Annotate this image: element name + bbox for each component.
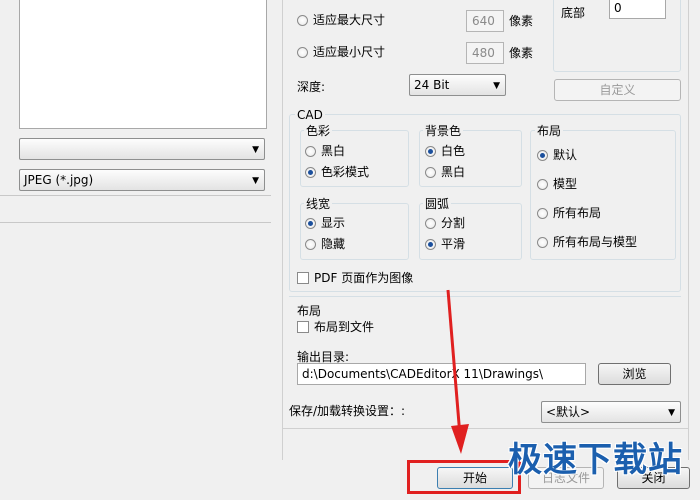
layout-section-divider: [289, 296, 681, 297]
color-option-bw-label: 黑白: [321, 144, 346, 158]
cad-layout-group-title: 布局: [535, 124, 564, 138]
radio-indicator: [305, 217, 316, 229]
radio-indicator: [537, 149, 548, 161]
save-settings-select-value: <默认>: [546, 405, 591, 419]
background-option-white-label: 白色: [441, 144, 466, 158]
fit-max-label: 适应最大尺寸: [313, 13, 386, 27]
left-panel-divider: [0, 195, 271, 196]
radio-indicator: [537, 236, 548, 248]
radio-indicator: [297, 14, 308, 26]
save-settings-select[interactable]: <默认> ▼: [541, 401, 681, 423]
radio-indicator: [305, 145, 316, 157]
arc-option-split-label: 分割: [441, 216, 466, 230]
layout-option-model[interactable]: 模型: [537, 177, 577, 191]
main-panel-frame: [282, 0, 283, 460]
format-select[interactable]: JPEG (*.jpg) ▼: [19, 169, 265, 191]
fit-max-radio[interactable]: 适应最大尺寸: [297, 13, 385, 27]
browse-button[interactable]: 浏览: [598, 363, 671, 385]
left-panel-divider-2: [0, 222, 271, 223]
linewidth-option-hide-label: 隐藏: [321, 237, 346, 251]
fit-min-unit: 像素: [509, 46, 534, 60]
radio-indicator: [537, 178, 548, 190]
start-highlight-box: [407, 460, 521, 494]
empty-combobox[interactable]: ▼: [19, 138, 265, 160]
layout-option-all[interactable]: 所有布局: [537, 206, 601, 220]
pdf-as-image-checkbox[interactable]: PDF 页面作为图像: [297, 271, 413, 285]
depth-select[interactable]: 24 Bit ▼: [409, 74, 506, 96]
color-option-bw[interactable]: 黑白: [305, 144, 345, 158]
linewidth-option-hide[interactable]: 隐藏: [305, 237, 345, 251]
background-option-bw[interactable]: 黑白: [425, 165, 465, 179]
linewidth-option-show[interactable]: 显示: [305, 216, 345, 230]
radio-indicator: [425, 238, 436, 250]
bottom-margin-label: 底部: [561, 6, 586, 20]
layout-section-title: 布局: [297, 304, 322, 318]
fit-max-input[interactable]: 640: [466, 10, 504, 32]
radio-indicator: [425, 166, 436, 178]
background-group-title: 背景色: [423, 124, 464, 138]
layout-option-all-model[interactable]: 所有布局与模型: [537, 235, 637, 249]
custom-button[interactable]: 自定义: [554, 79, 681, 101]
color-option-color-label: 色彩模式: [321, 165, 370, 179]
chevron-down-icon: ▼: [252, 176, 259, 186]
main-panel-frame-right: [688, 0, 689, 460]
fit-min-label: 适应最小尺寸: [313, 45, 386, 59]
layout-to-file-label: 布局到文件: [314, 320, 375, 334]
radio-indicator: [305, 238, 316, 250]
depth-label: 深度:: [297, 80, 326, 94]
checkbox-indicator: [297, 321, 309, 333]
radio-indicator: [425, 217, 436, 229]
pdf-as-image-label: PDF 页面作为图像: [314, 271, 414, 285]
layout-option-model-label: 模型: [553, 177, 578, 191]
fit-min-radio[interactable]: 适应最小尺寸: [297, 45, 385, 59]
arc-option-split[interactable]: 分割: [425, 216, 465, 230]
background-option-white[interactable]: 白色: [425, 144, 465, 158]
layout-option-default-label: 默认: [553, 148, 578, 162]
cad-group-title: CAD: [295, 108, 325, 122]
background-option-bw-label: 黑白: [441, 165, 466, 179]
bottom-margin-input[interactable]: 0: [609, 0, 666, 19]
depth-select-value: 24 Bit: [414, 78, 450, 92]
checkbox-indicator: [297, 272, 309, 284]
annotation-arrow-icon: [446, 289, 469, 454]
layout-option-default[interactable]: 默认: [537, 148, 577, 162]
layout-option-all-label: 所有布局: [553, 206, 602, 220]
chevron-down-icon: ▼: [668, 408, 675, 418]
linewidth-option-show-label: 显示: [321, 216, 346, 230]
arc-option-smooth-label: 平滑: [441, 237, 466, 251]
fit-min-input[interactable]: 480: [466, 42, 504, 64]
linewidth-group-title: 线宽: [304, 197, 333, 211]
radio-indicator: [297, 46, 308, 58]
chevron-down-icon: ▼: [252, 145, 259, 155]
footer-divider: [282, 428, 689, 429]
radio-indicator: [305, 166, 316, 178]
format-select-value: JPEG (*.jpg): [24, 173, 94, 187]
arc-group-title: 圆弧: [423, 197, 452, 211]
linewidth-group: [300, 203, 409, 260]
chevron-down-icon: ▼: [493, 81, 500, 91]
radio-indicator: [425, 145, 436, 157]
watermark-logo: 极速下载站: [508, 440, 683, 480]
fit-max-unit: 像素: [509, 14, 534, 28]
arc-option-smooth[interactable]: 平滑: [425, 237, 465, 251]
layout-option-all-model-label: 所有布局与模型: [553, 235, 638, 249]
save-settings-label: 保存/加载转换设置：:: [289, 404, 406, 418]
color-option-color[interactable]: 色彩模式: [305, 165, 369, 179]
color-group-title: 色彩: [304, 124, 333, 138]
layout-to-file-checkbox[interactable]: 布局到文件: [297, 320, 374, 334]
arc-group: [419, 203, 522, 260]
preview-area: [19, 0, 267, 129]
radio-indicator: [537, 207, 548, 219]
